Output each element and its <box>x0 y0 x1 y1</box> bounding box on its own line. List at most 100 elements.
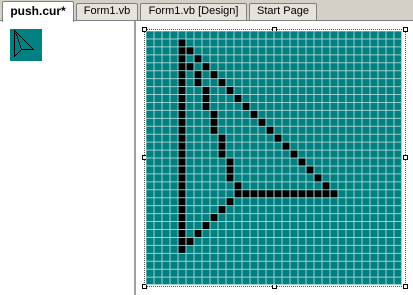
thumbnail-pixel <box>14 43 15 44</box>
thumbnail-pixel <box>19 35 20 36</box>
canvas-pixel <box>178 190 186 198</box>
thumbnail-pixel <box>14 51 15 52</box>
tab-start-page[interactable]: Start Page <box>249 3 317 20</box>
thumbnail-pixel <box>19 42 20 43</box>
canvas-pixel <box>178 87 186 95</box>
thumbnail-pixel <box>21 48 22 49</box>
thumbnail-pixel <box>32 48 33 49</box>
thumbnail-pixel <box>22 38 23 39</box>
thumbnail-pixel <box>18 34 19 35</box>
thumbnail-pixel <box>14 34 15 35</box>
thumbnail-pixel <box>20 47 21 48</box>
thumbnail-pixel <box>25 49 26 50</box>
canvas-pixel <box>178 214 186 222</box>
thumbnail-pixel <box>16 35 17 36</box>
thumbnail-pixel <box>15 33 16 34</box>
thumbnail-pixel <box>19 51 20 52</box>
thumbnail-pixel <box>33 49 34 50</box>
canvas-pixel <box>226 198 234 206</box>
canvas-pixel <box>274 190 282 198</box>
canvas-pixel <box>314 174 322 182</box>
canvas-pixel <box>178 237 186 245</box>
canvas-pixel <box>322 190 330 198</box>
canvas-pixel <box>282 142 290 150</box>
thumbnail-pixel <box>14 35 15 36</box>
thumbnail-pixel <box>14 45 15 46</box>
thumbnail-pixel <box>21 49 22 50</box>
cursor-preview-thumbnail[interactable] <box>10 29 42 61</box>
canvas-pixel <box>226 174 234 182</box>
thumbnail-pixel <box>14 52 15 53</box>
canvas-pixel <box>234 182 242 190</box>
canvas-pixel <box>178 142 186 150</box>
canvas-pixel <box>218 142 226 150</box>
thumbnail-pixel <box>14 54 15 55</box>
thumbnail-pixel <box>26 49 27 50</box>
resize-handle-top-right[interactable] <box>403 27 408 32</box>
thumbnail-pixel <box>14 49 15 50</box>
thumbnail-pixel <box>14 53 15 54</box>
thumbnail-pixel <box>30 49 31 50</box>
thumbnail-pixel <box>28 49 29 50</box>
thumbnail-pixel <box>29 49 30 50</box>
canvas-pixel <box>178 230 186 237</box>
thumbnail-pixel <box>14 55 15 56</box>
canvas-pixel <box>202 63 210 71</box>
canvas-pixel <box>194 71 202 79</box>
canvas-pixel <box>178 158 186 166</box>
thumbnail-pixel <box>23 39 24 40</box>
tab-form1-design[interactable]: Form1.vb [Design] <box>140 3 247 20</box>
canvas-pixel <box>306 166 314 174</box>
canvas-pixel <box>210 126 218 134</box>
thumbnail-pixel <box>14 42 15 43</box>
canvas-pixel <box>258 118 266 126</box>
thumbnail-pixel <box>14 41 15 42</box>
thumbnail-pixel <box>22 49 23 50</box>
canvas-pixel <box>178 150 186 158</box>
canvas-pixel <box>178 95 186 102</box>
thumbnail-pixel <box>14 48 15 49</box>
thumbnail-pixel <box>14 33 15 34</box>
thumbnail-pixel <box>14 36 15 37</box>
thumbnail-pixel <box>17 37 18 38</box>
canvas-pixel <box>186 47 194 55</box>
thumbnail-pixel <box>28 44 29 45</box>
canvas-pixel <box>282 190 290 198</box>
thumbnail-pixel <box>14 40 15 41</box>
pixel-grid-canvas[interactable] <box>146 31 402 285</box>
canvas-pixel <box>266 190 274 198</box>
thumbnail-pixel <box>27 49 28 50</box>
canvas-pixel <box>322 182 330 190</box>
canvas-pixel <box>178 174 186 182</box>
canvas-pixel <box>306 190 314 198</box>
resize-handle-bottom-right[interactable] <box>403 284 408 289</box>
thumbnail-pixel <box>20 46 21 47</box>
canvas-pixel <box>274 134 282 142</box>
canvas-pixel <box>178 39 186 47</box>
canvas-pixel <box>226 158 234 166</box>
thumbnail-pixel <box>25 41 26 42</box>
resize-handle-right[interactable] <box>403 155 408 160</box>
thumbnail-pixel <box>26 42 27 43</box>
canvas-pixel <box>178 134 186 142</box>
thumbnail-pixel <box>18 52 19 53</box>
canvas-pixel <box>210 118 218 126</box>
canvas-pixel <box>202 95 210 102</box>
canvas-pixel <box>186 237 194 245</box>
tab-form1-vb[interactable]: Form1.vb <box>76 3 138 20</box>
thumbnail-pixel <box>15 55 16 56</box>
canvas-pixel <box>178 245 186 253</box>
canvas-pixel <box>178 126 186 134</box>
canvas-pixel <box>250 190 258 198</box>
thumbnail-pixel <box>21 37 22 38</box>
canvas-pixel <box>218 134 226 142</box>
canvas-pixel <box>194 79 202 87</box>
canvas-pixel <box>226 166 234 174</box>
thumbnail-pixel <box>14 39 15 40</box>
thumbnail-pixel <box>19 43 20 44</box>
thumbnail-pixel <box>30 46 31 47</box>
tab-push-cur[interactable]: push.cur* <box>2 1 74 22</box>
canvas-pixel <box>194 55 202 63</box>
canvas-pixel <box>226 87 234 95</box>
thumbnail-pixel <box>31 47 32 48</box>
